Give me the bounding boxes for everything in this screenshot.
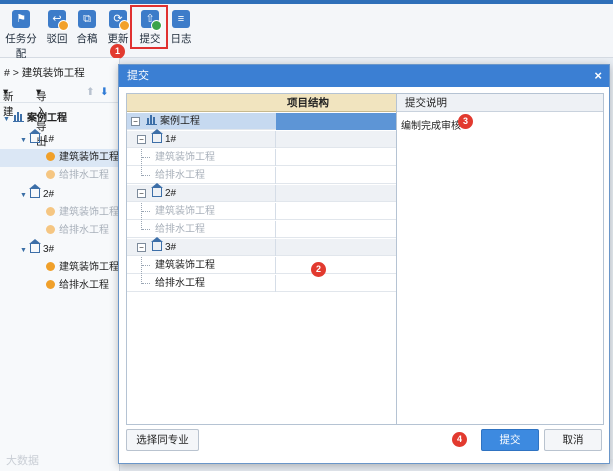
tree-item-building-1[interactable]: ▼ 1# (0, 129, 120, 149)
tree-item-building-3[interactable]: ▼ 3# (0, 239, 120, 259)
project-tree-panel: # > 建筑装饰工程 新建 ▾ 导入导出 ▾ ⬆ ⬇ ▼ 案例工程 ▼ 1# 建筑装饰工… (0, 58, 120, 471)
building-icon (146, 115, 157, 125)
toolbar: ⚑ 任务分配 ↩ 驳回 ⧉ 合稿 ⟳ 更新 ⇧ 提交 ≡ 日志 1 (0, 0, 613, 60)
discipline-icon (46, 262, 55, 271)
tree-item-building-2[interactable]: ▼ 2# (0, 184, 120, 204)
log-icon: ≡ (172, 10, 190, 28)
watermark: 大数据 (6, 455, 39, 467)
discipline-icon (46, 170, 55, 179)
task-assign-icon: ⚑ (12, 10, 30, 28)
notes-textarea[interactable]: 编制完成审核 (401, 117, 461, 132)
tree-item-plumbing-3[interactable]: 给排水工程 (0, 277, 120, 295)
collapse-icon[interactable]: − (137, 135, 146, 144)
notes-header: 提交说明 (397, 94, 603, 112)
breadcrumb: # > 建筑装饰工程 (4, 67, 85, 79)
house-icon (151, 129, 163, 143)
close-icon[interactable]: × (594, 65, 602, 87)
import-export-dropdown[interactable]: 导入导出 ▾ (36, 86, 47, 148)
update-icon: ⟳ (109, 10, 130, 31)
submit-button[interactable]: 提交 (481, 429, 539, 451)
house-icon (29, 184, 41, 198)
cancel-button[interactable]: 取消 (544, 429, 602, 451)
discipline-icon (46, 280, 55, 289)
dialog-title: 提交 × (119, 65, 609, 87)
collapse-icon[interactable]: − (131, 117, 140, 126)
tree-item-decoration-1[interactable]: 建筑装饰工程 (0, 149, 120, 167)
move-down-icon[interactable]: ⬇ (100, 86, 109, 98)
tree-toolbar: 新建 ▾ 导入导出 ▾ ⬆ ⬇ (0, 83, 120, 148)
submit-highlight-box (130, 5, 168, 49)
discipline-icon (46, 225, 55, 234)
tree-item-decoration-3[interactable]: 建筑装饰工程 (0, 259, 120, 277)
reject-icon: ↩ (48, 10, 69, 31)
top-accent-line (0, 0, 613, 4)
select-same-discipline-button[interactable]: 选择同专业 (126, 429, 199, 451)
house-icon (29, 129, 41, 143)
step-marker-3: 3 (458, 114, 473, 129)
merge-icon: ⧉ (78, 10, 96, 28)
submit-dialog: 提交 × 项目结构 − 案例工程 0 − 1# 0 建筑装饰工程 0 给排水工程 (118, 64, 610, 464)
tree-item-plumbing-2[interactable]: 给排水工程 (0, 222, 120, 240)
tree-item-project[interactable]: ▼ 案例工程 (0, 110, 120, 128)
step-marker-2: 2 (311, 262, 326, 277)
house-icon (151, 237, 163, 251)
move-up-icon[interactable]: ⬆ (86, 86, 95, 98)
house-icon (151, 183, 163, 197)
tree-item-plumbing-1[interactable]: 给排水工程 (0, 167, 120, 185)
discipline-icon (46, 152, 55, 161)
house-icon (29, 239, 41, 253)
new-dropdown[interactable]: 新建 ▾ (3, 86, 14, 118)
discipline-icon (46, 207, 55, 216)
tree-item-decoration-2[interactable]: 建筑装饰工程 (0, 204, 120, 222)
building-icon (13, 112, 24, 122)
step-marker-1: 1 (110, 44, 125, 59)
collapse-icon[interactable]: − (137, 189, 146, 198)
step-marker-4: 4 (452, 432, 467, 447)
submit-notes-panel: 提交说明 编制完成审核 (396, 93, 604, 425)
collapse-icon[interactable]: − (137, 243, 146, 252)
task-assign-button[interactable]: ⚑ 任务分配 (2, 8, 40, 60)
